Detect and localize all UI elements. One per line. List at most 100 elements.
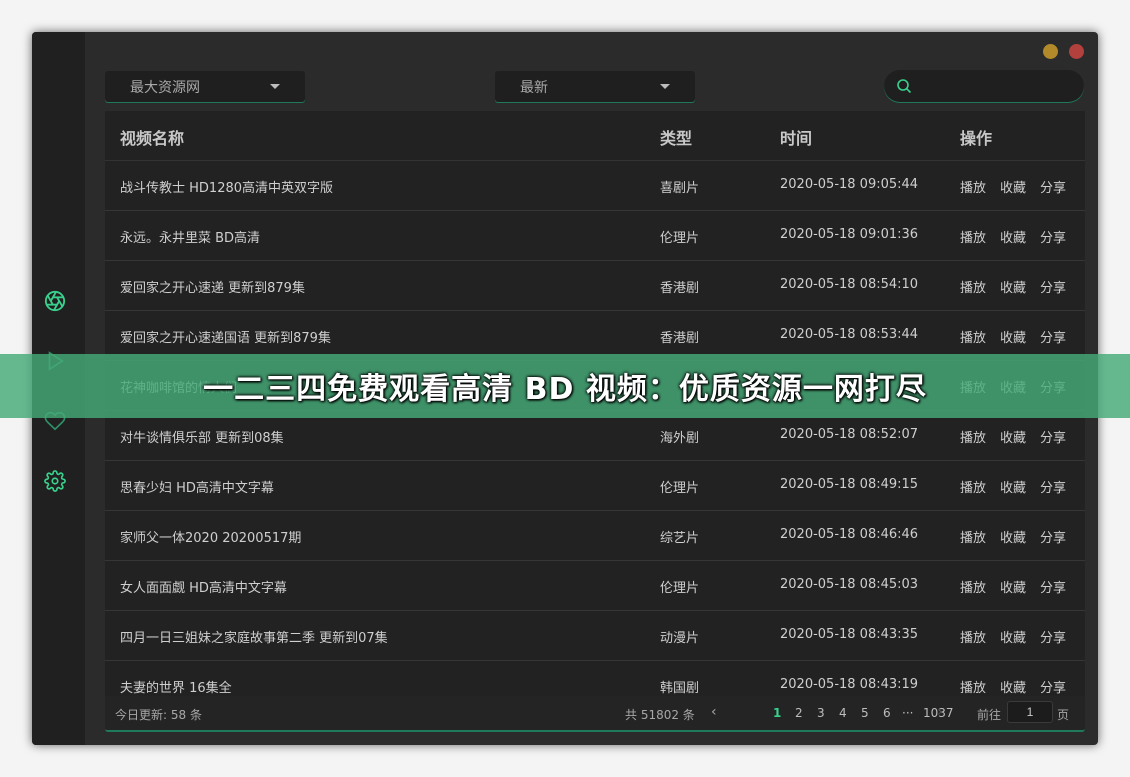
video-time: 2020-05-18 08:54:10 bbox=[780, 277, 919, 292]
page-number[interactable]: 3 bbox=[817, 706, 825, 720]
video-time: 2020-05-18 08:43:19 bbox=[780, 677, 919, 692]
video-name[interactable]: 家师父一体2020 20200517期 bbox=[120, 527, 301, 546]
collect-button[interactable]: 收藏 bbox=[1000, 477, 1026, 496]
video-name[interactable]: 四月一日三姐妹之家庭故事第二季 更新到07集 bbox=[120, 627, 388, 646]
share-button[interactable]: 分享 bbox=[1040, 577, 1066, 596]
sort-select-value: 最新 bbox=[520, 79, 548, 96]
video-time: 2020-05-18 08:46:46 bbox=[780, 527, 919, 542]
pagination-ellipsis: ··· bbox=[902, 706, 914, 720]
page-number[interactable]: 5 bbox=[861, 706, 869, 720]
video-name[interactable]: 夫妻的世界 16集全 bbox=[120, 677, 232, 696]
share-button[interactable]: 分享 bbox=[1040, 327, 1066, 346]
source-select[interactable]: 最大资源网 bbox=[105, 71, 305, 102]
play-button[interactable]: 播放 bbox=[960, 627, 986, 646]
page-number[interactable]: 6 bbox=[883, 706, 891, 720]
settings-icon[interactable] bbox=[43, 469, 67, 493]
header-actions: 操作 bbox=[960, 129, 993, 148]
video-name[interactable]: 爱回家之开心速递国语 更新到879集 bbox=[120, 327, 331, 346]
header-name: 视频名称 bbox=[120, 129, 185, 148]
share-button[interactable]: 分享 bbox=[1040, 677, 1066, 696]
video-type: 综艺片 bbox=[660, 531, 700, 546]
share-button[interactable]: 分享 bbox=[1040, 477, 1066, 496]
source-select-value: 最大资源网 bbox=[130, 79, 200, 96]
video-name[interactable]: 思春少妇 HD高清中文字幕 bbox=[120, 477, 274, 496]
video-time: 2020-05-18 09:01:36 bbox=[780, 227, 919, 242]
chevron-right-icon[interactable]: › bbox=[937, 704, 943, 720]
table-row: 四月一日三姐妹之家庭故事第二季 更新到07集 动漫片 2020-05-18 08:4… bbox=[105, 611, 1085, 661]
share-button[interactable]: 分享 bbox=[1040, 277, 1066, 296]
share-button[interactable]: 分享 bbox=[1040, 177, 1066, 196]
header-time: 时间 bbox=[780, 129, 813, 148]
collect-button[interactable]: 收藏 bbox=[1000, 627, 1026, 646]
collect-button[interactable]: 收藏 bbox=[1000, 527, 1026, 546]
video-type: 伦理片 bbox=[660, 581, 700, 596]
video-type: 香港剧 bbox=[660, 281, 700, 296]
goto-suffix: 页 bbox=[1057, 708, 1070, 722]
video-type: 伦理片 bbox=[660, 481, 700, 496]
play-button[interactable]: 播放 bbox=[960, 527, 986, 546]
share-button[interactable]: 分享 bbox=[1040, 627, 1066, 646]
video-type: 香港剧 bbox=[660, 331, 700, 346]
collect-button[interactable]: 收藏 bbox=[1000, 677, 1026, 696]
play-button[interactable]: 播放 bbox=[960, 277, 986, 296]
video-type: 伦理片 bbox=[660, 231, 700, 246]
play-button[interactable]: 播放 bbox=[960, 577, 986, 596]
banner-title: 一二三四免费观看高清 BD 视频：优质资源一网打尽 bbox=[203, 372, 927, 407]
video-time: 2020-05-18 09:05:44 bbox=[780, 177, 919, 192]
share-button[interactable]: 分享 bbox=[1040, 527, 1066, 546]
search-box bbox=[884, 70, 1084, 102]
collect-button[interactable]: 收藏 bbox=[1000, 277, 1026, 296]
video-name[interactable]: 女人面面觑 HD高清中文字幕 bbox=[120, 577, 287, 596]
table-row: 战斗传教士 HD1280高清中英双字版 喜剧片 2020-05-18 09:05:4… bbox=[105, 161, 1085, 211]
collect-button[interactable]: 收藏 bbox=[1000, 427, 1026, 446]
video-type: 喜剧片 bbox=[660, 181, 700, 196]
video-name[interactable]: 战斗传教士 HD1280高清中英双字版 bbox=[120, 177, 333, 196]
goto-page-input[interactable] bbox=[1007, 701, 1053, 723]
today-updates: 今日更新: 58 条 bbox=[115, 708, 202, 722]
goto-label: 前往 bbox=[977, 708, 1002, 722]
collect-button[interactable]: 收藏 bbox=[1000, 327, 1026, 346]
table-row: 思春少妇 HD高清中文字幕 伦理片 2020-05-18 08:49:15 播放 收藏分… bbox=[105, 461, 1085, 511]
play-button[interactable]: 播放 bbox=[960, 677, 986, 696]
search-icon bbox=[897, 79, 912, 94]
play-button[interactable]: 播放 bbox=[960, 427, 986, 446]
table-row: 家师父一体2020 20200517期 综艺片 2020-05-18 08:46:4… bbox=[105, 511, 1085, 561]
video-type: 韩国剧 bbox=[660, 681, 700, 696]
share-button[interactable]: 分享 bbox=[1040, 227, 1066, 246]
video-table: 视频名称 类型 时间 操作 战斗传教士 HD1280高清中英双字版 喜剧片 2020… bbox=[105, 111, 1085, 731]
video-name[interactable]: 对牛谈情俱乐部 更新到08集 bbox=[120, 427, 284, 446]
page-number[interactable]: 2 bbox=[795, 706, 803, 720]
table-footer: 今日更新: 58 条 共 51802 条 ‹ 1 2 3 4 5 6 ··· 1037 › 前… bbox=[105, 696, 1085, 732]
video-time: 2020-05-18 08:49:15 bbox=[780, 477, 919, 492]
chevron-left-icon[interactable]: ‹ bbox=[711, 704, 717, 720]
collect-button[interactable]: 收藏 bbox=[1000, 177, 1026, 196]
play-button[interactable]: 播放 bbox=[960, 177, 986, 196]
share-button[interactable]: 分享 bbox=[1040, 427, 1066, 446]
collect-button[interactable]: 收藏 bbox=[1000, 227, 1026, 246]
header-type: 类型 bbox=[660, 129, 693, 148]
table-row: 永远。永井里菜 BD高清 伦理片 2020-05-18 09:01:36 播放 收藏 分享 bbox=[105, 211, 1085, 261]
page-number[interactable]: 1 bbox=[773, 706, 781, 720]
play-button[interactable]: 播放 bbox=[960, 227, 986, 246]
table-header: 视频名称 类型 时间 操作 bbox=[105, 111, 1085, 161]
play-button[interactable]: 播放 bbox=[960, 327, 986, 346]
page-number[interactable]: 4 bbox=[839, 706, 847, 720]
close-button[interactable] bbox=[1069, 44, 1084, 59]
title-banner: 一二三四免费观看高清 BD 视频：优质资源一网打尽 bbox=[0, 354, 1130, 418]
table-row: 对牛谈情俱乐部 更新到08集 海外剧 2020-05-18 08:52:07 播放 收藏… bbox=[105, 411, 1085, 461]
search-input[interactable] bbox=[920, 76, 1074, 98]
sort-select[interactable]: 最新 bbox=[495, 71, 695, 102]
video-time: 2020-05-18 08:43:35 bbox=[780, 627, 919, 642]
video-name[interactable]: 永远。永井里菜 BD高清 bbox=[120, 227, 260, 246]
video-time: 2020-05-18 08:45:03 bbox=[780, 577, 919, 592]
minimize-button[interactable] bbox=[1043, 44, 1058, 59]
table-row: 爱回家之开心速递 更新到879集 香港剧 2020-05-18 08:54:10 播放… bbox=[105, 261, 1085, 311]
collect-button[interactable]: 收藏 bbox=[1000, 577, 1026, 596]
chevron-down-icon bbox=[270, 84, 280, 89]
video-time: 2020-05-18 08:53:44 bbox=[780, 327, 919, 342]
table-row: 女人面面觑 HD高清中文字幕 伦理片 2020-05-18 08:45:03 播放 收藏… bbox=[105, 561, 1085, 611]
aperture-icon[interactable] bbox=[43, 289, 67, 313]
play-button[interactable]: 播放 bbox=[960, 477, 986, 496]
video-name[interactable]: 爱回家之开心速递 更新到879集 bbox=[120, 277, 305, 296]
chevron-down-icon bbox=[660, 84, 670, 89]
